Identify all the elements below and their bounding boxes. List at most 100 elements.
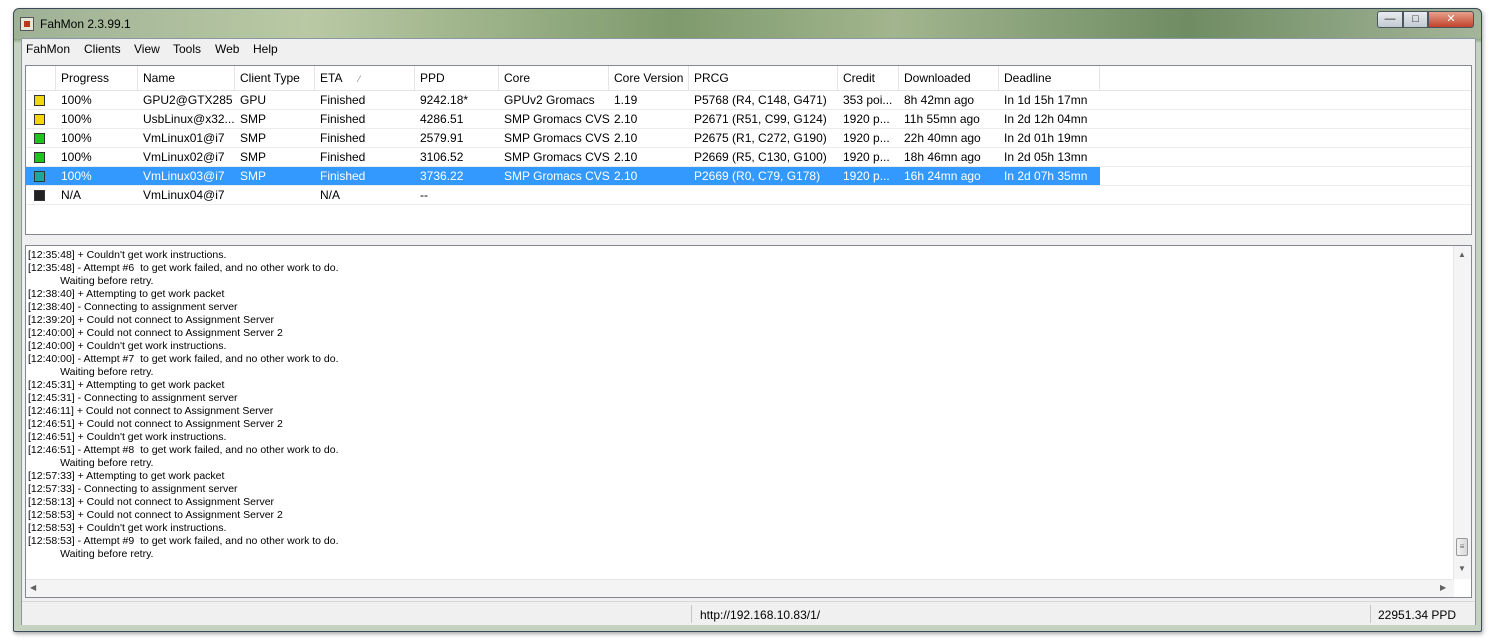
- cell-downloaded: 18h 46mn ago: [904, 150, 981, 164]
- maximize-button[interactable]: □: [1403, 11, 1428, 28]
- cell-core: SMP Gromacs CVS: [504, 169, 610, 183]
- cell-core: SMP Gromacs CVS: [504, 112, 610, 126]
- close-button[interactable]: ✕: [1428, 11, 1474, 28]
- cell-name: VmLinux01@i7: [143, 131, 225, 145]
- log-text: [12:35:48] + Couldn't get work instructi…: [28, 249, 339, 561]
- log-line: [12:58:53] - Attempt #9 to get work fail…: [28, 535, 339, 547]
- header-core[interactable]: Core: [499, 66, 609, 90]
- header-credit[interactable]: Credit: [838, 66, 899, 90]
- status-total-ppd: 22951.34 PPD: [1378, 608, 1457, 622]
- table-row[interactable]: N/A VmLinux04@i7 N/A --: [26, 186, 1100, 205]
- cell-credit: 1920 p...: [843, 112, 890, 126]
- menu-web[interactable]: Web: [215, 42, 239, 56]
- log-line: Waiting before retry.: [28, 275, 154, 287]
- header-core-version[interactable]: Core Version: [609, 66, 689, 90]
- table-row[interactable]: 100% UsbLinux@x32... SMP Finished 4286.51 SMP…: [26, 110, 1100, 129]
- cell-type: SMP: [240, 112, 267, 126]
- cell-type: SMP: [240, 131, 267, 145]
- header-status[interactable]: [26, 66, 56, 90]
- fahmon-window: FahMon 2.3.99.1 — □ ✕ FahMon Clients Vie…: [13, 8, 1482, 632]
- header-downloaded[interactable]: Downloaded: [899, 66, 999, 90]
- status-bar: http://192.168.10.83/1/ 22951.34 PPD: [22, 601, 1475, 625]
- log-line: [12:46:51] - Attempt #8 to get work fail…: [28, 444, 339, 456]
- table-row[interactable]: 100% VmLinux02@i7 SMP Finished 3106.52 SMP Gr…: [26, 148, 1100, 167]
- cell-progress: 100%: [61, 131, 92, 145]
- log-panel[interactable]: [12:35:48] + Couldn't get work instructi…: [25, 245, 1472, 598]
- menu-tools[interactable]: Tools: [173, 42, 201, 56]
- cell-downloaded: 16h 24mn ago: [904, 169, 981, 183]
- cell-core: [504, 186, 610, 205]
- header-client-type[interactable]: Client Type: [235, 66, 315, 90]
- minimize-button[interactable]: —: [1377, 11, 1403, 28]
- cell-name: GPU2@GTX285: [143, 93, 233, 107]
- menu-help[interactable]: Help: [253, 42, 278, 56]
- log-line: [12:40:00] - Attempt #7 to get work fail…: [28, 353, 339, 365]
- header-progress[interactable]: Progress: [56, 66, 138, 90]
- header-prcg[interactable]: PRCG: [689, 66, 838, 90]
- header-eta[interactable]: ETA ⁄: [315, 66, 415, 90]
- cell-credit: 1920 p...: [843, 169, 890, 183]
- menu-clients[interactable]: Clients: [84, 42, 121, 56]
- cell-progress: 100%: [61, 93, 92, 107]
- scroll-right-icon[interactable]: ▶: [1440, 583, 1446, 592]
- cell-deadline: In 2d 05h 13mn: [1004, 150, 1088, 164]
- log-line: [12:35:48] + Couldn't get work instructi…: [28, 249, 227, 261]
- cell-core: SMP Gromacs CVS: [504, 131, 610, 145]
- log-line: [12:58:53] + Could not connect to Assign…: [28, 509, 283, 521]
- table-row[interactable]: 100% VmLinux01@i7 SMP Finished 2579.91 SMP Gr…: [26, 129, 1100, 148]
- cell-eta: Finished: [320, 93, 366, 107]
- cell-credit: 353 poi...: [843, 93, 893, 107]
- cell-type: SMP: [240, 169, 267, 183]
- scroll-thumb[interactable]: ≡: [1456, 538, 1468, 556]
- window-title: FahMon 2.3.99.1: [40, 17, 131, 31]
- table-row[interactable]: 100% GPU2@GTX285 GPU Finished 9242.18* GPUv2 …: [26, 91, 1100, 110]
- cell-credit: 1920 p...: [843, 150, 890, 164]
- status-square-icon: [34, 95, 45, 106]
- status-separator: [691, 605, 692, 623]
- log-line: [12:39:20] + Could not connect to Assign…: [28, 314, 275, 326]
- cell-credit: 1920 p...: [843, 131, 890, 145]
- status-square-icon: [34, 171, 45, 182]
- log-line: [12:58:13] + Could not connect to Assign…: [28, 496, 275, 508]
- cell-version: 2.10: [614, 169, 638, 183]
- cell-ppd: 4286.51: [420, 112, 464, 126]
- cell-version: 2.10: [614, 112, 638, 126]
- cell-eta: N/A: [320, 188, 341, 202]
- list-header: Progress Name Client Type ETA ⁄ PPD Core …: [26, 66, 1471, 91]
- log-line: [12:38:40] - Connecting to assignment se…: [28, 301, 238, 313]
- cell-ppd: 2579.91: [420, 131, 464, 145]
- log-vertical-scrollbar[interactable]: ▲ ≡ ▼: [1453, 246, 1471, 579]
- cell-eta: Finished: [320, 112, 366, 126]
- cell-deadline: In 1d 15h 17mn: [1004, 93, 1088, 107]
- fahmon-app-icon[interactable]: [20, 17, 34, 31]
- menu-bar: FahMon Clients View Tools Web Help: [22, 39, 1475, 59]
- cell-deadline: In 2d 07h 35mn: [1004, 169, 1088, 183]
- cell-name: VmLinux04@i7: [143, 188, 225, 202]
- header-deadline[interactable]: Deadline: [999, 66, 1100, 90]
- menu-view[interactable]: View: [134, 42, 160, 56]
- table-row[interactable]: 100% VmLinux03@i7 SMP Finished 3736.22 SMP Gr…: [26, 167, 1100, 186]
- row-divider: [26, 204, 1471, 205]
- status-square-icon: [34, 133, 45, 144]
- header-ppd[interactable]: PPD: [415, 66, 499, 90]
- cell-ppd: --: [420, 188, 428, 202]
- clients-list[interactable]: Progress Name Client Type ETA ⁄ PPD Core …: [25, 65, 1472, 235]
- cell-version: 2.10: [614, 131, 638, 145]
- scroll-up-icon[interactable]: ▲: [1458, 250, 1466, 259]
- cell-progress: 100%: [61, 150, 92, 164]
- cell-ppd: 9242.18*: [420, 93, 469, 107]
- scroll-left-icon[interactable]: ◀: [30, 583, 36, 592]
- menu-fahmon[interactable]: FahMon: [26, 42, 70, 56]
- cell-prcg: P2671 (R51, C99, G124): [694, 112, 827, 126]
- cell-prcg: P2669 (R5, C130, G100): [694, 150, 827, 164]
- header-name[interactable]: Name: [138, 66, 235, 90]
- log-line: [12:58:53] + Couldn't get work instructi…: [28, 522, 227, 534]
- cell-credit: [843, 186, 897, 205]
- title-bar[interactable]: FahMon 2.3.99.1 — □ ✕: [14, 9, 1481, 39]
- log-line: [12:45:31] + Attempting to get work pack…: [28, 379, 225, 391]
- log-horizontal-scrollbar[interactable]: ◀ ▶: [26, 579, 1454, 597]
- status-square-icon: [34, 114, 45, 125]
- log-line: [12:46:51] + Could not connect to Assign…: [28, 418, 283, 430]
- scroll-down-icon[interactable]: ▼: [1458, 564, 1466, 573]
- cell-version: 2.10: [614, 150, 638, 164]
